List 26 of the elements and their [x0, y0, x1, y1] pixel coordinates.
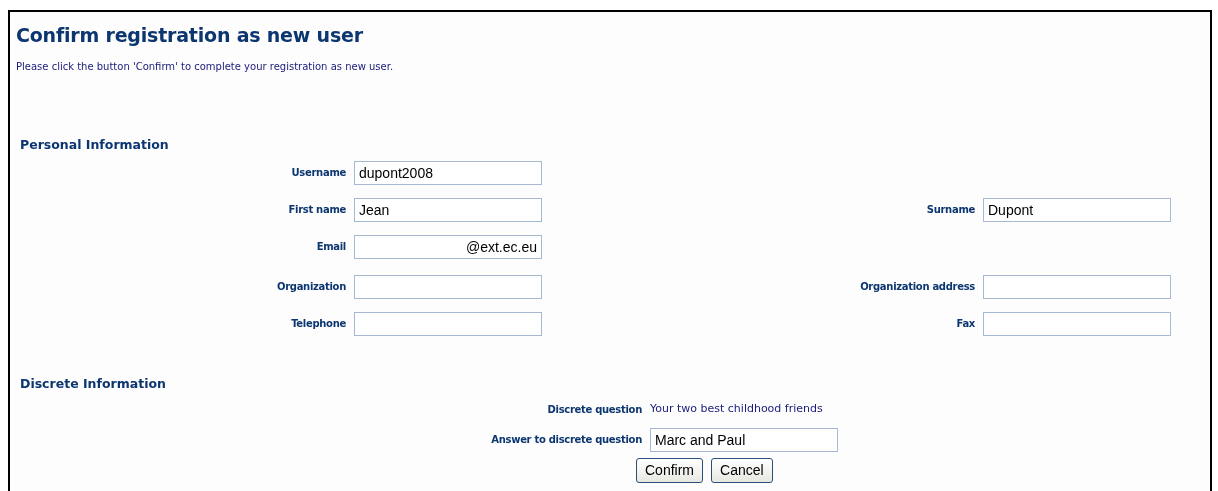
- page-title: Confirm registration as new user: [16, 24, 364, 47]
- input-field[interactable]: Marc and Paul: [650, 427, 838, 452]
- field-label: Email: [316, 240, 346, 255]
- field-label: Telephone: [291, 317, 346, 332]
- instruction-text: Please click the button 'Confirm' to complete your registration as new user.: [16, 59, 395, 74]
- field-label: Surname: [926, 203, 975, 218]
- field-label: Discrete question: [547, 403, 642, 418]
- input-field[interactable]: Jean: [354, 197, 542, 222]
- input-field[interactable]: [354, 311, 542, 336]
- field-label: Fax: [956, 317, 975, 332]
- input-field[interactable]: [983, 274, 1171, 299]
- input-field[interactable]: @ext.ec.eu: [354, 234, 542, 259]
- input-field[interactable]: [354, 274, 542, 299]
- field-label: Organization: [276, 280, 346, 295]
- section-heading: Discrete Information: [20, 374, 167, 393]
- input-field[interactable]: Dupont: [983, 197, 1171, 222]
- form-button[interactable]: Cancel: [711, 457, 773, 483]
- input-field[interactable]: dupont2008: [354, 160, 542, 185]
- section-heading: Personal Information: [20, 135, 170, 154]
- field-label: First name: [288, 203, 346, 218]
- question-text: Your two best childhood friends: [650, 401, 824, 418]
- field-label: Answer to discrete question: [491, 433, 642, 448]
- field-label: Organization address: [860, 280, 975, 295]
- form-button[interactable]: Confirm: [636, 457, 703, 483]
- input-field[interactable]: [983, 311, 1171, 336]
- field-label: Username: [291, 166, 346, 181]
